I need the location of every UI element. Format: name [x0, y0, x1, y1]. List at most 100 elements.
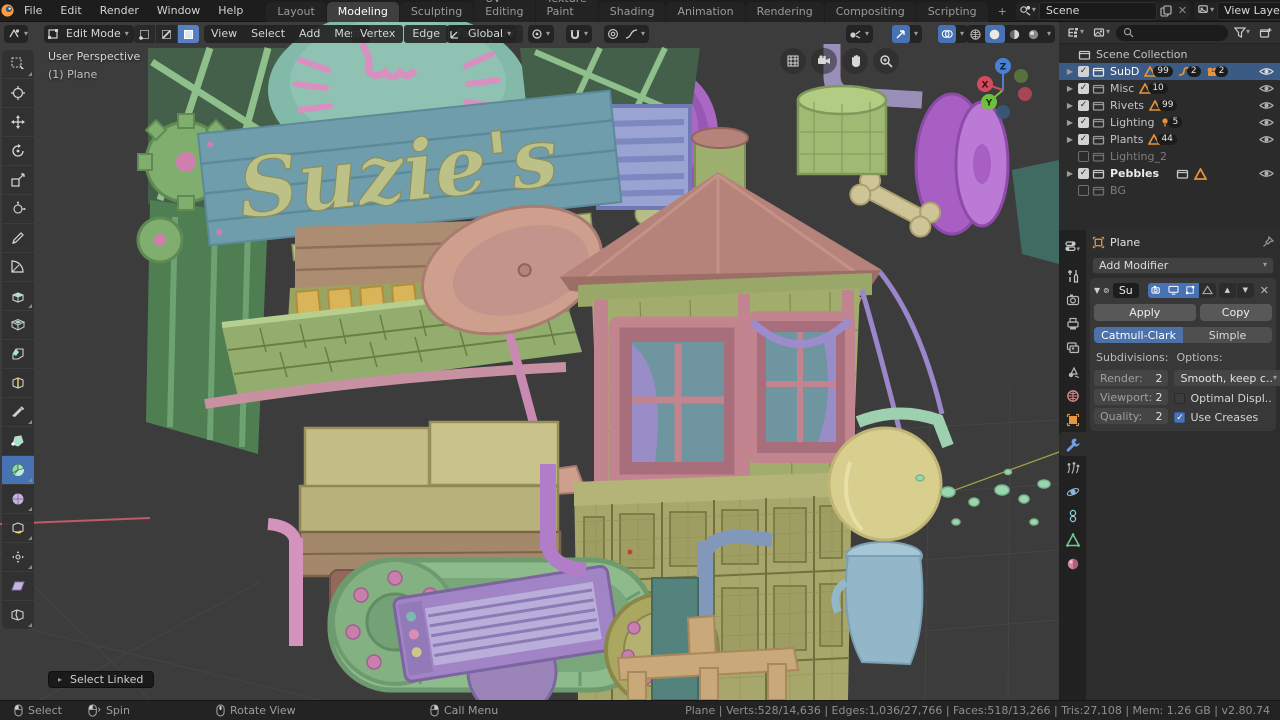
tab-object-data[interactable] [1059, 528, 1086, 552]
viewport-3d[interactable]: Suzie's ▾ Edit Mode ▾ View Select Add Me… [0, 22, 1059, 700]
tool-select-box[interactable] [2, 50, 34, 78]
disclosure-icon[interactable]: ▶ [1065, 135, 1075, 144]
editor-properties-icon[interactable]: ▾ [1059, 234, 1086, 258]
tool-extrude-region[interactable] [2, 282, 34, 310]
view-layer-icon[interactable]: ▾ [1194, 2, 1217, 20]
tab-object[interactable] [1059, 408, 1086, 432]
outliner-item-lighting[interactable]: ▶ ✓ Lighting 5 [1059, 114, 1280, 131]
collection-checkbox[interactable] [1078, 151, 1089, 162]
tab-shading[interactable]: Shading [598, 1, 666, 22]
quality-field[interactable]: Quality: 2 [1094, 408, 1169, 424]
disclosure-icon[interactable]: ▶ [1065, 169, 1075, 178]
tab-output[interactable] [1059, 312, 1086, 336]
render-visibility-icon[interactable] [1147, 282, 1165, 298]
collection-checkbox[interactable]: ✓ [1078, 134, 1089, 145]
render-subdivisions-field[interactable]: Render: 2 [1094, 370, 1169, 386]
zoom-icon[interactable] [873, 48, 899, 74]
collection-checkbox[interactable]: ✓ [1078, 117, 1089, 128]
move-modifier-up-icon[interactable]: ▲ [1218, 282, 1236, 298]
filter-icon[interactable]: ▾ [1231, 24, 1253, 42]
tool-spin[interactable] [2, 456, 34, 484]
collection-checkbox[interactable]: ✓ [1078, 100, 1089, 111]
tab-rendering[interactable]: Rendering [745, 1, 824, 22]
tab-layout[interactable]: Layout [266, 1, 326, 22]
menu-vertex[interactable]: Vertex [352, 25, 404, 43]
catmull-clark-button[interactable]: Catmull-Clark [1094, 327, 1183, 343]
tab-constraints[interactable] [1059, 504, 1086, 528]
disclosure-icon[interactable]: ▶ [1065, 118, 1075, 127]
tab-material[interactable] [1059, 552, 1086, 576]
tool-scale[interactable] [2, 166, 34, 194]
unlink-scene-icon[interactable]: ✕ [1175, 2, 1190, 20]
tool-move[interactable] [2, 108, 34, 136]
eye-icon[interactable] [1259, 134, 1274, 145]
wireframe-shading-icon[interactable] [966, 25, 985, 43]
tab-modifiers[interactable] [1059, 432, 1086, 456]
tab-view-layer[interactable] [1059, 336, 1086, 360]
tab-animation[interactable]: Animation [666, 1, 745, 22]
mode-selector[interactable]: Edit Mode ▾ [44, 25, 134, 43]
outliner-item-plants[interactable]: ▶ ✓ Plants 44 [1059, 131, 1280, 148]
menu-help[interactable]: Help [209, 0, 252, 22]
object-type-visibility[interactable]: ▾ [846, 25, 874, 43]
tab-uv-editing[interactable]: UV Editing [474, 0, 535, 22]
solid-shading-icon[interactable] [984, 25, 1005, 43]
panel-disclosure-icon[interactable]: ▼ [1094, 286, 1100, 295]
collection-checkbox[interactable] [1078, 185, 1089, 196]
outliner-item-bg[interactable]: BG [1059, 182, 1280, 199]
outliner-item-lighting-2[interactable]: Lighting_2 [1059, 148, 1280, 165]
menu-select[interactable]: Select [244, 25, 292, 43]
new-collection-icon[interactable] [1256, 24, 1275, 42]
tab-scripting[interactable]: Scripting [916, 1, 988, 22]
scene-icon[interactable]: ▾ [1016, 2, 1039, 20]
delete-modifier-icon[interactable]: ✕ [1257, 284, 1272, 297]
tab-physics[interactable] [1059, 480, 1086, 504]
snap-toggle[interactable]: ▾ [566, 25, 593, 43]
rendered-shading-icon[interactable] [1024, 25, 1043, 43]
use-creases-checkbox[interactable]: ✓ Use Creases [1174, 411, 1280, 424]
tool-rotate[interactable] [2, 137, 34, 165]
apply-button[interactable]: Apply [1094, 304, 1196, 321]
tool-shear[interactable] [2, 572, 34, 600]
disclosure-icon[interactable]: ▶ [1065, 67, 1075, 76]
menu-add[interactable]: Add [292, 25, 327, 43]
outliner-root-collection[interactable]: Scene Collection [1059, 46, 1280, 63]
pin-icon[interactable] [1262, 236, 1274, 248]
tool-bevel[interactable] [2, 340, 34, 368]
grid-orthographic-icon[interactable] [780, 48, 806, 74]
display-mode-icon[interactable]: ▾ [1090, 24, 1113, 42]
copy-button[interactable]: Copy [1199, 304, 1272, 321]
pan-hand-icon[interactable] [842, 48, 868, 74]
tab-compositing[interactable]: Compositing [824, 1, 916, 22]
editor-outliner-icon[interactable]: ▾ [1064, 24, 1087, 42]
menu-edge[interactable]: Edge [404, 25, 449, 43]
tool-measure[interactable] [2, 253, 34, 281]
tab-render[interactable] [1059, 288, 1086, 312]
eye-icon[interactable] [1259, 83, 1274, 94]
face-select-button[interactable] [178, 25, 199, 43]
breadcrumb-object-name[interactable]: Plane [1110, 236, 1140, 249]
view-layer-name-field[interactable]: View Layer [1217, 1, 1280, 20]
eye-icon[interactable] [1259, 100, 1274, 111]
tool-knife[interactable] [2, 398, 34, 426]
proportional-editing[interactable]: ▾ [604, 25, 650, 43]
edge-select-button[interactable] [156, 25, 177, 43]
outliner-item-misc[interactable]: ▶ ✓ Misc 10 [1059, 80, 1280, 97]
realtime-visibility-icon[interactable] [1164, 282, 1182, 298]
collection-checkbox[interactable]: ✓ [1078, 168, 1089, 179]
material-shading-icon[interactable] [1005, 25, 1024, 43]
tool-loop-cut[interactable] [2, 369, 34, 397]
overlays-toggle[interactable]: ▾ [938, 25, 969, 43]
tool-poly-build[interactable] [2, 427, 34, 455]
tab-texture-paint[interactable]: Texture Paint [535, 0, 598, 22]
move-modifier-down-icon[interactable]: ▼ [1236, 282, 1254, 298]
tab-sculpting[interactable]: Sculpting [399, 1, 474, 22]
eye-icon[interactable] [1259, 66, 1274, 77]
tool-annotate[interactable] [2, 224, 34, 252]
tool-cursor[interactable] [2, 79, 34, 107]
eye-icon[interactable] [1259, 168, 1274, 179]
tool-shrink-fatten[interactable] [2, 543, 34, 571]
uv-smooth-dropdown[interactable]: Smooth, keep c.. ▾ [1174, 370, 1280, 386]
new-scene-icon[interactable] [1157, 2, 1175, 20]
outliner-item-subd[interactable]: ▶ ✓ SubD 99 2 2 [1059, 63, 1280, 80]
